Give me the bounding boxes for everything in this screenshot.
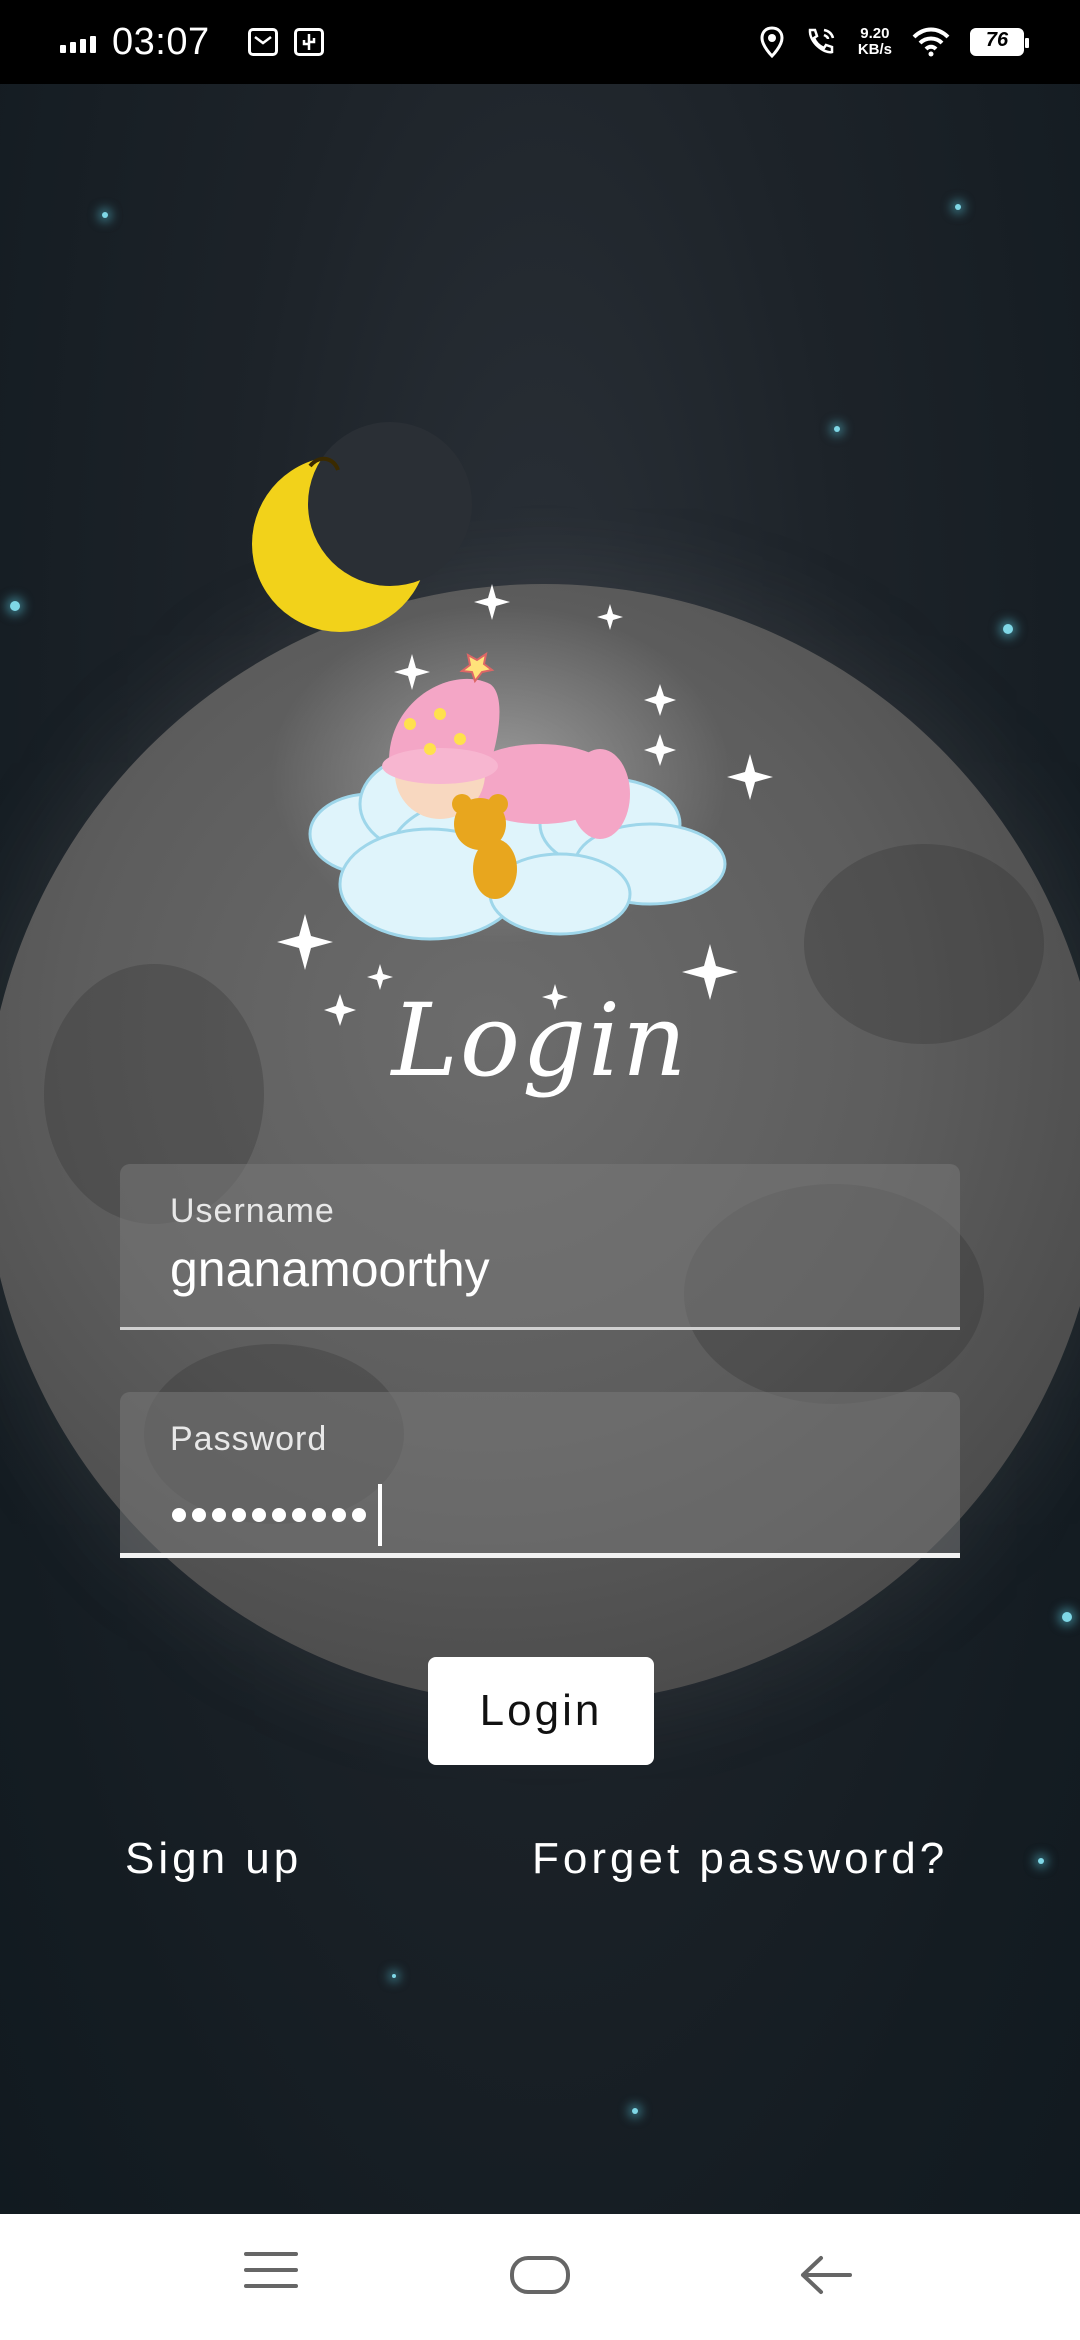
location-icon	[760, 26, 784, 58]
background-star	[10, 601, 20, 611]
crescent-moon-icon	[252, 422, 472, 632]
text-cursor	[378, 1484, 382, 1546]
password-mask-dot	[292, 1508, 306, 1522]
password-label: Password	[170, 1420, 328, 1458]
signal-icon	[60, 31, 96, 53]
background-star	[632, 2108, 638, 2114]
wifi-icon	[912, 27, 950, 57]
password-mask-dot	[312, 1508, 326, 1522]
battery-icon: 76	[970, 28, 1029, 56]
home-icon[interactable]	[510, 2256, 570, 2294]
password-mask-dot	[232, 1508, 246, 1522]
page-title: Login	[391, 982, 689, 1099]
password-mask-dot	[272, 1508, 286, 1522]
sleeping-baby-illustration	[252, 422, 773, 1026]
status-bar: 03:07 9.20 KB/s 76	[0, 0, 1080, 84]
background-star	[955, 204, 961, 210]
sign-up-link[interactable]: Sign up	[125, 1834, 302, 1884]
background-star	[1038, 1858, 1044, 1864]
password-mask-dot	[192, 1508, 206, 1522]
menu-icon[interactable]	[244, 2252, 298, 2292]
background-star	[102, 212, 108, 218]
network-speed: 9.20 KB/s	[857, 25, 892, 58]
forget-password-link[interactable]: Forget password?	[532, 1834, 948, 1884]
username-label: Username	[170, 1192, 335, 1230]
username-input[interactable]: gnanamoorthy	[170, 1240, 490, 1298]
usb-notification-icon	[293, 28, 324, 56]
clock: 03:07	[112, 20, 210, 63]
login-screen: Login Username gnanamoorthy Password Log…	[0, 84, 1080, 2214]
password-mask-dot	[212, 1508, 226, 1522]
navigation-bar	[0, 2214, 1080, 2340]
back-icon[interactable]	[795, 2250, 855, 2300]
background-star	[392, 1974, 396, 1978]
password-mask-dot	[172, 1508, 186, 1522]
password-mask-dot	[252, 1508, 266, 1522]
background-star	[834, 426, 840, 432]
mail-notification-icon	[247, 28, 278, 56]
password-field[interactable]: Password	[120, 1392, 960, 1558]
background-star	[1062, 1612, 1072, 1622]
password-mask-dot	[352, 1508, 366, 1522]
wifi-calling-icon	[808, 28, 835, 54]
password-input[interactable]	[172, 1484, 382, 1546]
password-mask-dot	[332, 1508, 346, 1522]
background-star	[1003, 624, 1013, 634]
username-field[interactable]: Username gnanamoorthy	[120, 1164, 960, 1330]
login-button[interactable]: Login	[428, 1657, 654, 1765]
